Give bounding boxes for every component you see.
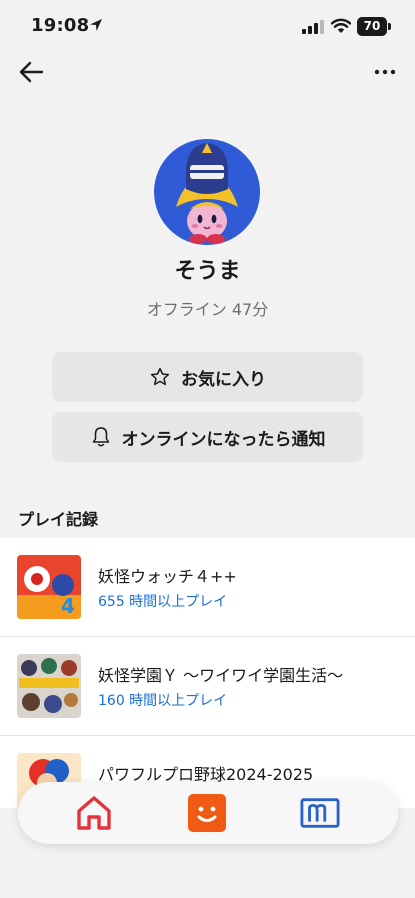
svg-text:4: 4 — [61, 594, 75, 618]
more-horizontal-icon — [374, 69, 396, 75]
play-time: 160 時間以上プレイ — [98, 693, 228, 709]
back-button[interactable] — [14, 56, 50, 88]
more-options-button[interactable] — [368, 60, 402, 84]
play-record-list: 4 妖怪ウォッチ４++ 655 時間以上プレイ 妖怪学園Ｙ 〜ワイワイ学園生活〜… — [0, 538, 415, 808]
wifi-icon — [331, 18, 351, 33]
play-time: 655 時間以上プレイ — [98, 594, 228, 610]
game-title: 妖怪ウォッチ４++ — [98, 567, 237, 586]
avatar-image — [154, 139, 260, 245]
game-thumbnail — [17, 654, 81, 718]
online-status: オフライン 47分 — [146, 300, 269, 319]
favorite-button[interactable]: お気に入り — [52, 352, 363, 402]
smiley-face-icon — [188, 794, 226, 832]
notify-online-button[interactable]: オンラインになったら通知 — [52, 412, 363, 462]
arrow-left-icon — [19, 61, 44, 83]
game-thumbnail: 4 — [17, 555, 81, 619]
status-bar: 19:08 70 — [0, 0, 415, 54]
status-time: 19:08 — [31, 15, 90, 36]
bell-icon — [90, 426, 112, 448]
battery-icon: 70 — [357, 17, 387, 36]
bottom-tab-bar — [18, 782, 398, 844]
play-record-item[interactable]: 妖怪学園Ｙ 〜ワイワイ学園生活〜 160 時間以上プレイ — [0, 637, 415, 736]
cell-signal-icon — [302, 20, 324, 34]
star-outline-icon — [149, 366, 171, 388]
avatar — [154, 139, 260, 245]
favorite-label: お気に入り — [181, 369, 266, 390]
tab-news[interactable] — [300, 794, 340, 832]
location-arrow-icon — [90, 19, 102, 31]
section-title-play-records: プレイ記録 — [18, 510, 99, 529]
tab-friends[interactable] — [187, 794, 227, 832]
home-icon — [77, 796, 111, 830]
notify-label: オンラインになったら通知 — [121, 429, 326, 450]
username: そうま — [174, 259, 241, 284]
play-record-item[interactable]: 4 妖怪ウォッチ４++ 655 時間以上プレイ — [0, 538, 415, 637]
tab-home[interactable] — [74, 794, 114, 832]
battery-cap — [388, 23, 391, 30]
game-title: 妖怪学園Ｙ 〜ワイワイ学園生活〜 — [98, 666, 344, 685]
news-icon — [300, 798, 340, 828]
